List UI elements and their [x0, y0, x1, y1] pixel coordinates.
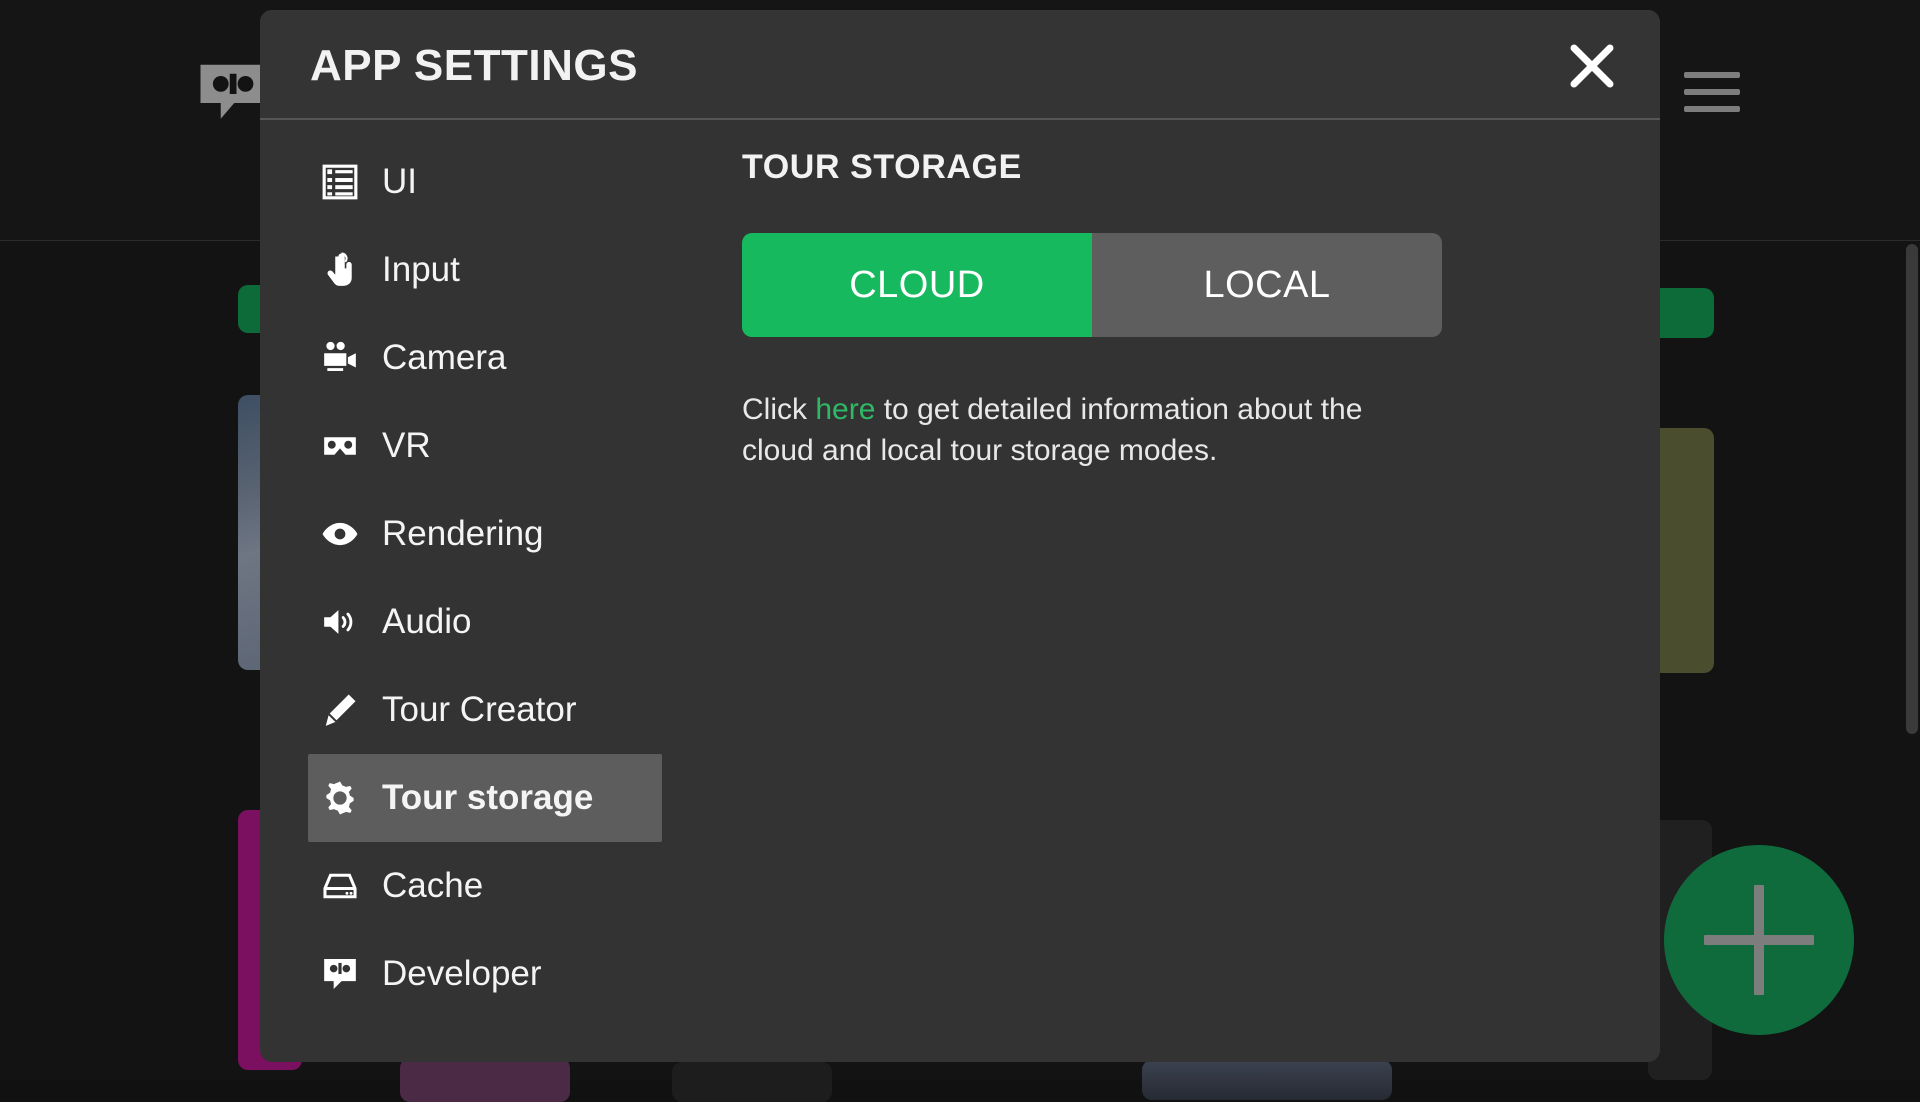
hard-drive-icon: [318, 864, 362, 908]
here-link[interactable]: here: [815, 393, 875, 426]
background-badge: [1652, 288, 1714, 338]
sidebar-item-label: Tour storage: [382, 778, 593, 818]
hamburger-line: [1684, 89, 1740, 95]
description-text-before: Click: [742, 393, 815, 426]
sidebar-item-audio[interactable]: Audio: [308, 578, 662, 666]
sidebar-item-ui[interactable]: UI: [308, 138, 662, 226]
sidebar-item-label: UI: [382, 162, 417, 202]
vr-goggles-icon: [318, 424, 362, 468]
page-scrollbar-thumb[interactable]: [1906, 244, 1918, 734]
plus-icon: [1754, 885, 1764, 995]
sidebar-item-rendering[interactable]: Rendering: [308, 490, 662, 578]
sidebar-item-label: Tour Creator: [382, 690, 577, 730]
background-tour-card: [1142, 1060, 1392, 1100]
background-tour-card: [400, 1058, 570, 1102]
page-title: APP SETTINGS: [310, 41, 638, 91]
sidebar-item-vr[interactable]: VR: [308, 402, 662, 490]
tour-storage-toggle: CLOUD LOCAL: [742, 233, 1442, 337]
sidebar-item-label: Cache: [382, 866, 483, 906]
hamburger-menu-icon[interactable]: [1684, 72, 1740, 112]
vr-speech-bubble-logo-icon: [196, 58, 268, 130]
toggle-option-local[interactable]: LOCAL: [1092, 233, 1442, 337]
vr-speech-bubble-icon: [318, 952, 362, 996]
pencil-icon: [318, 688, 362, 732]
settings-content-pane: TOUR STORAGE CLOUD LOCAL Click here to g…: [730, 120, 1660, 1062]
sidebar-item-camera[interactable]: Camera: [308, 314, 662, 402]
toggle-option-cloud[interactable]: CLOUD: [742, 233, 1092, 337]
sidebar-item-label: Audio: [382, 602, 472, 642]
dialog-body: UI Input: [260, 120, 1660, 1062]
add-tour-button[interactable]: [1664, 845, 1854, 1035]
sidebar-item-input[interactable]: Input: [308, 226, 662, 314]
sidebar-item-tour-creator[interactable]: Tour Creator: [308, 666, 662, 754]
list-layout-icon: [318, 160, 362, 204]
gear-icon: [318, 776, 362, 820]
speaker-volume-icon: [318, 600, 362, 644]
storage-description: Click here to get detailed information a…: [742, 389, 1442, 471]
sidebar-item-label: Camera: [382, 338, 506, 378]
section-title: TOUR STORAGE: [742, 148, 1600, 187]
sidebar-item-developer[interactable]: Developer: [308, 930, 662, 1018]
sidebar-item-label: Rendering: [382, 514, 544, 554]
sidebar-item-label: Input: [382, 250, 460, 290]
settings-nav: UI Input: [260, 120, 730, 1062]
app-settings-dialog: APP SETTINGS UI: [260, 10, 1660, 1062]
sidebar-item-label: Developer: [382, 954, 542, 994]
close-icon[interactable]: [1566, 40, 1618, 92]
eye-icon: [318, 512, 362, 556]
hamburger-line: [1684, 106, 1740, 112]
movie-camera-icon: [318, 336, 362, 380]
background-tour-card: [1652, 428, 1714, 673]
sidebar-item-tour-storage[interactable]: Tour storage: [308, 754, 662, 842]
sidebar-item-label: VR: [382, 426, 431, 466]
dialog-header: APP SETTINGS: [260, 10, 1660, 120]
sidebar-item-cache[interactable]: Cache: [308, 842, 662, 930]
background-tour-card: [672, 1062, 832, 1102]
pointing-hand-icon: [318, 248, 362, 292]
hamburger-line: [1684, 72, 1740, 78]
